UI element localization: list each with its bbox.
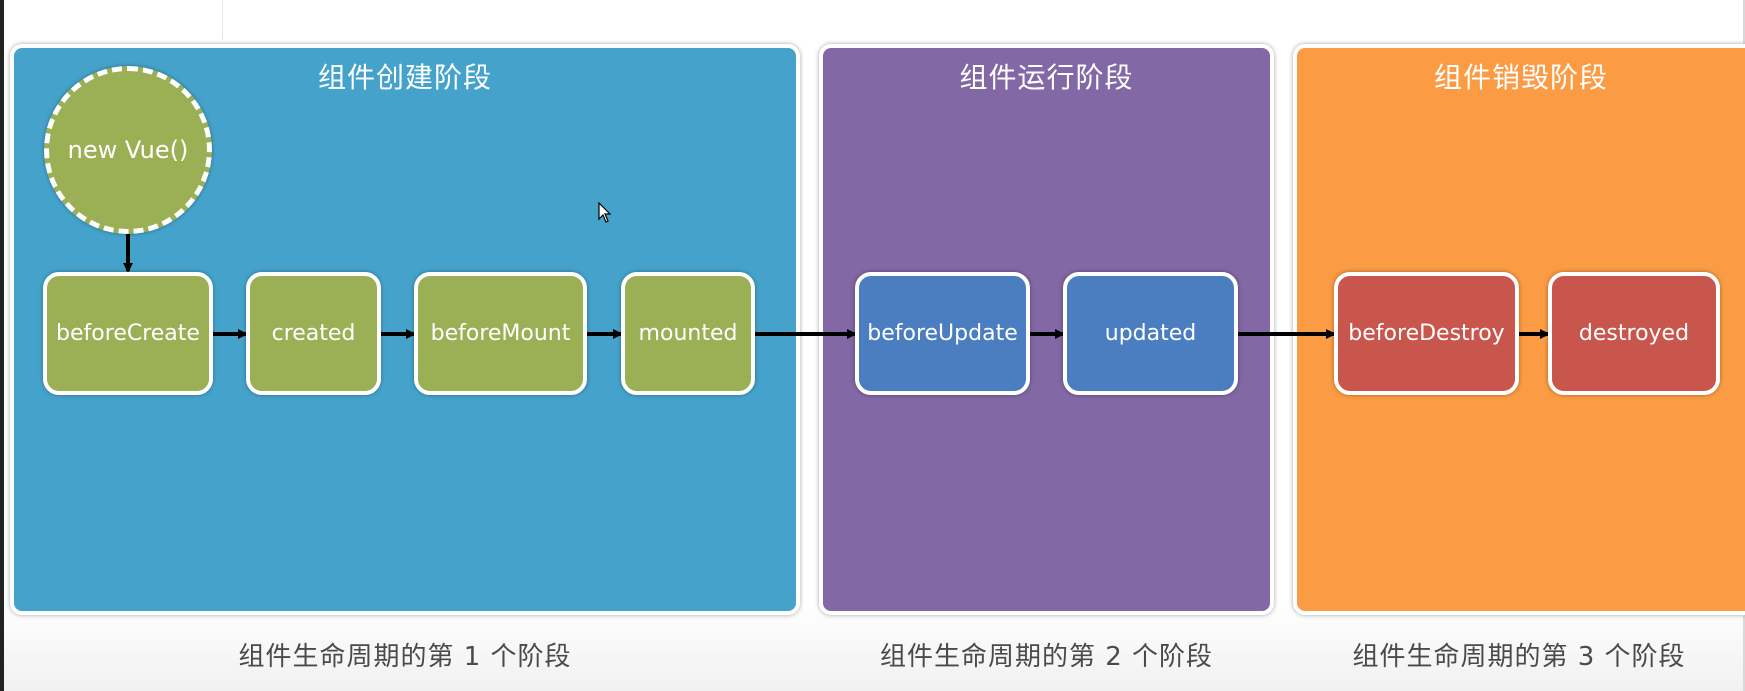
hook-beforedestroy: beforeDestroy [1334, 272, 1519, 395]
hook-created: created [246, 272, 381, 395]
hook-mounted: mounted [621, 272, 755, 395]
lifecycle-diagram: 组件创建阶段 组件运行阶段 组件销毁阶段 new Vue() beforeCre… [0, 0, 1745, 691]
phase-destroy-caption: 组件生命周期的第 3 个阶段 [1352, 642, 1686, 672]
hook-beforemount: beforeMount [414, 272, 587, 395]
start-node-new-vue: new Vue() [44, 66, 212, 234]
hook-destroyed: destroyed [1548, 272, 1720, 395]
hook-updated: updated [1063, 272, 1238, 395]
hook-beforecreate: beforeCreate [43, 272, 213, 395]
phase-create-caption: 组件生命周期的第 1 个阶段 [238, 642, 572, 672]
phase-run-caption: 组件生命周期的第 2 个阶段 [879, 642, 1214, 672]
hook-beforeupdate: beforeUpdate [855, 272, 1030, 395]
mouse-cursor-icon [598, 202, 612, 223]
